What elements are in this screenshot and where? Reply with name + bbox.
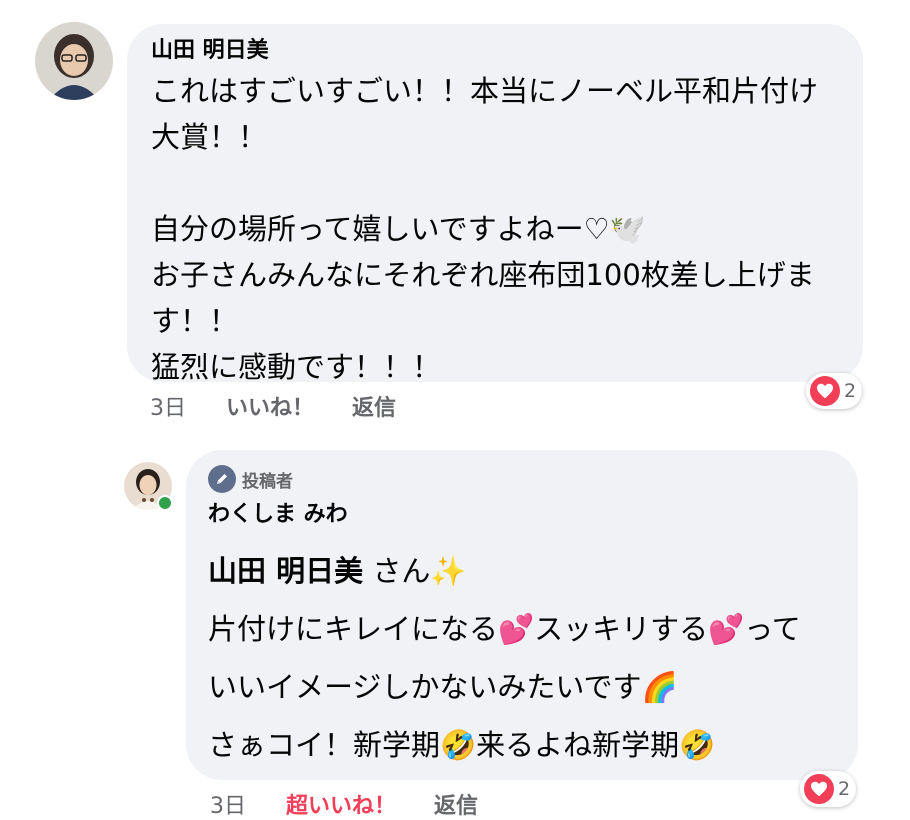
comment-actions: 3日 いいね！ 返信 — [150, 390, 396, 422]
avatar-commenter[interactable] — [35, 22, 113, 100]
reaction-count: 2 — [838, 778, 851, 800]
reaction-summary[interactable]: 2 — [806, 373, 863, 409]
comment-timestamp[interactable]: 3日 — [150, 390, 186, 422]
like-button[interactable]: いいね！ — [226, 390, 314, 422]
comment-line: 大賞！！ — [151, 120, 268, 154]
love-reaction-icon — [810, 376, 840, 406]
reply-text: 山田 明日美 さん✨ 片付けにキレイになる💕スッキリする💕って いいイメージしか… — [208, 542, 801, 774]
pen-icon — [208, 465, 236, 493]
comment-line: す！！ — [151, 304, 239, 338]
comment-line — [151, 160, 818, 206]
comment-text: これはすごいすごい！！本当にノーベル平和片付け 大賞！！ 自分の場所って嬉しいで… — [151, 68, 818, 390]
author-badge-label: 投稿者 — [242, 471, 293, 492]
comment-line: お子さんみんなにそれぞれ座布団100枚差し上げま — [151, 258, 815, 292]
love-button[interactable]: 超いいね！ — [286, 788, 396, 820]
reply-button[interactable]: 返信 — [434, 788, 478, 820]
mention-link[interactable]: 山田 明日美 — [208, 554, 363, 588]
reaction-summary[interactable]: 2 — [800, 771, 857, 807]
reply-bubble: 投稿者 わくしま みわ 山田 明日美 さん✨ 片付けにキレイになる💕スッキリする… — [186, 450, 858, 780]
mention-suffix: さん✨ — [363, 554, 467, 588]
reply-line: いいイメージしかないみたいです🌈 — [208, 670, 678, 704]
reply-timestamp[interactable]: 3日 — [210, 788, 246, 820]
author-badge: 投稿者 — [208, 464, 801, 494]
reply-author-name[interactable]: わくしま みわ — [208, 500, 801, 530]
comment-bubble: 山田 明日美 これはすごいすごい！！本当にノーベル平和片付け 大賞！！ 自分の場… — [127, 24, 863, 384]
comment-author-name[interactable]: 山田 明日美 — [151, 36, 818, 66]
reply-actions: 3日 超いいね！ 返信 — [210, 788, 478, 820]
reply-line: さぁコイ！新学期🤣来るよね新学期🤣 — [208, 728, 716, 762]
reaction-count: 2 — [844, 380, 857, 402]
comment-line: これはすごいすごい！！本当にノーベル平和片付け — [151, 74, 819, 108]
reply-line: 片付けにキレイになる💕スッキリする💕って — [208, 612, 801, 646]
love-reaction-icon — [804, 774, 834, 804]
online-status-icon — [157, 495, 173, 511]
reply-button[interactable]: 返信 — [352, 390, 396, 422]
comment-line: 自分の場所って嬉しいですよねー♡🕊️ — [151, 212, 646, 246]
reply-line: 山田 明日美 さん✨ — [208, 542, 801, 600]
comment-line: 猛烈に感動です！！！ — [151, 350, 442, 384]
